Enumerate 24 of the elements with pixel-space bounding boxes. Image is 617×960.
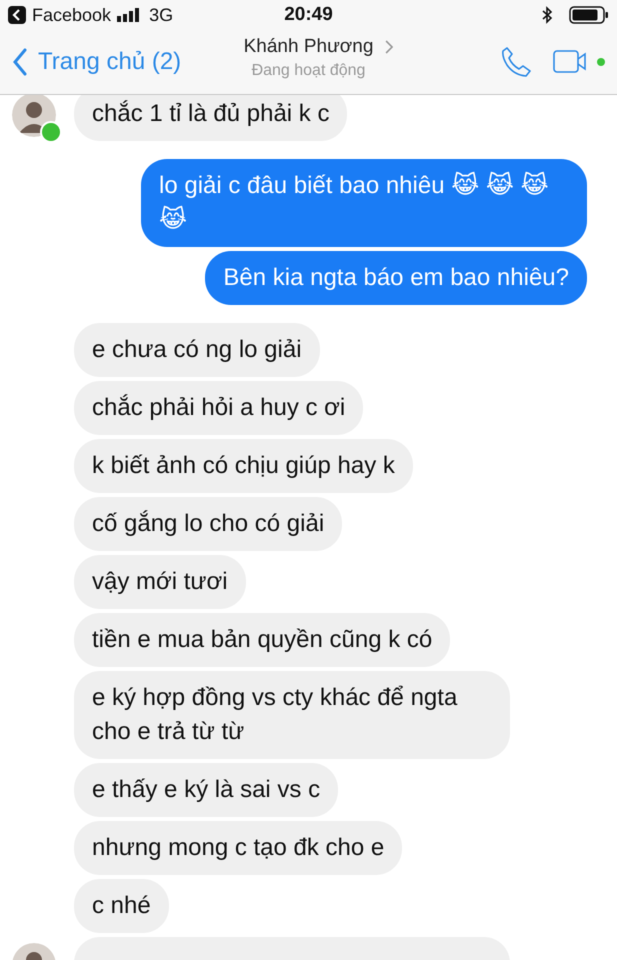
- message-bubble: nhưng mong c tạo đk cho e: [74, 821, 402, 875]
- phone-icon[interactable]: [499, 45, 533, 79]
- message-bubble: c nhé: [74, 879, 169, 933]
- contact-name[interactable]: Khánh Phương: [244, 36, 374, 58]
- clock: 20:49: [284, 4, 333, 26]
- message-bubble: Bên kia ngta báo em bao nhiêu?: [205, 251, 587, 305]
- back-icon[interactable]: [8, 6, 26, 24]
- back-app-label[interactable]: Facebook: [32, 4, 112, 26]
- message-bubble: vậy mới tươi: [74, 555, 246, 609]
- battery-icon: [569, 6, 609, 24]
- message-bubble: lo giải c đâu biết bao nhiêu 😹 😹 😹 😹: [141, 159, 587, 247]
- chevron-icon: [12, 48, 28, 76]
- message-bubble: tiền e mua bản quyền cũng k có: [74, 613, 450, 667]
- message-bubble: e thấy e ký là sai vs c: [74, 763, 338, 817]
- bluetooth-icon: [541, 6, 553, 24]
- network-label: 3G: [149, 4, 174, 26]
- message-bubble: chắc 1 tỉ là đủ phải k c: [74, 95, 348, 141]
- chevron-icon: [385, 40, 394, 54]
- message-bubble: k biết ảnh có chịu giúp hay k: [74, 439, 413, 493]
- message-bubble: e ký hợp đồng vs cty khác để ngta cho e trả từ từ: [74, 671, 510, 759]
- message-bubble: cố gắng lo cho có giải: [74, 497, 342, 551]
- message-bubble: chắc phải hỏi a huy c ơi: [74, 381, 364, 435]
- contact-status: Đang hoạt động: [252, 62, 366, 80]
- message-bubble: e chưa có ng lo giải: [74, 323, 320, 377]
